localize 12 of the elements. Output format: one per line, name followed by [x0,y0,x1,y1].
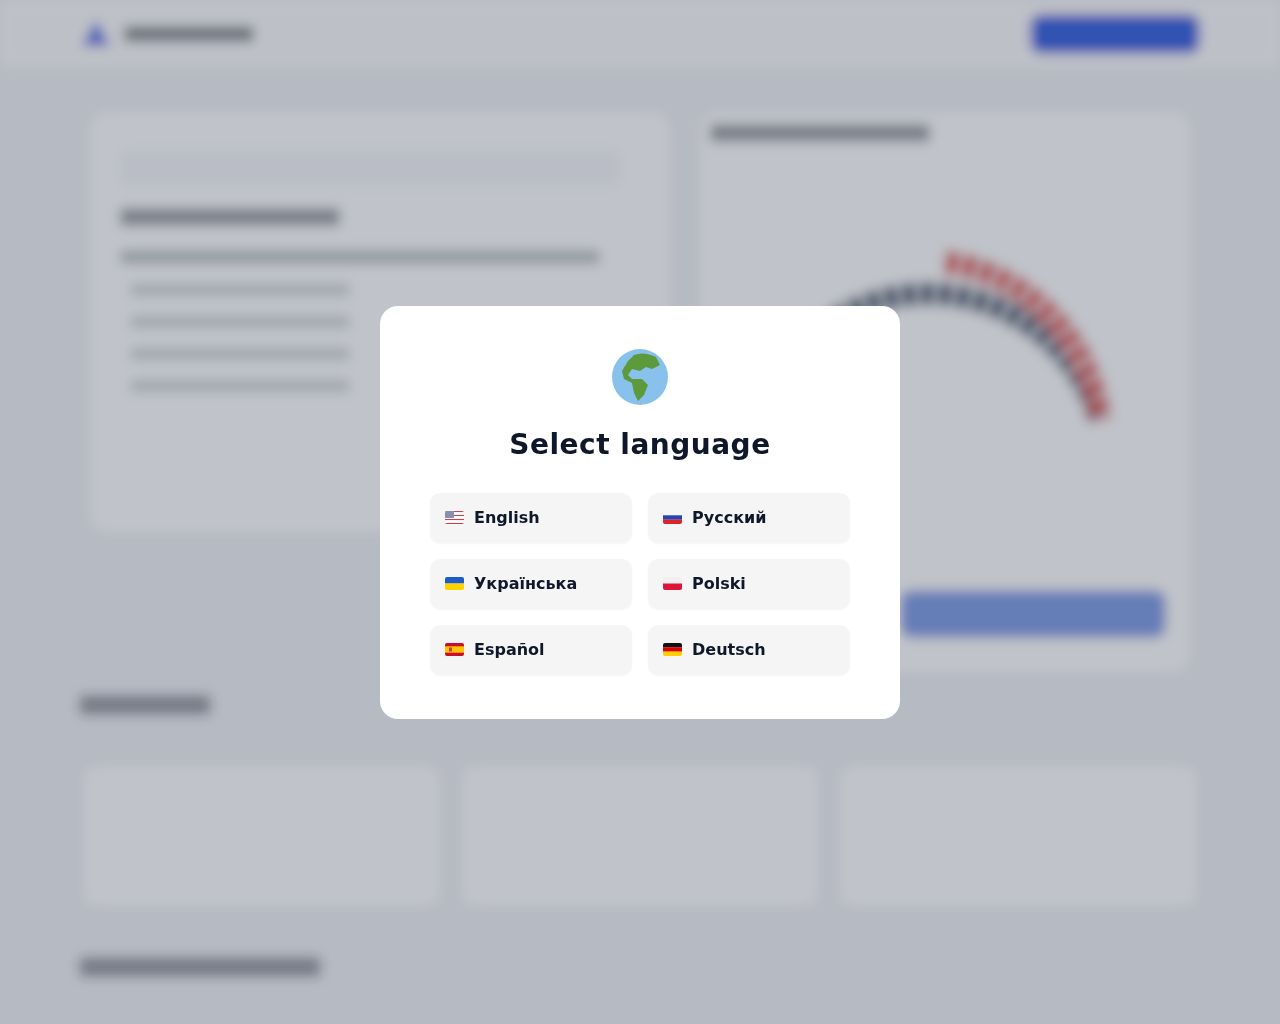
language-button[interactable]: Русский [648,492,850,543]
language-button[interactable]: Українська [430,558,632,609]
language-button[interactable]: Polski [648,558,850,609]
language-button[interactable]: English [430,492,632,543]
globe-icon [612,348,668,405]
language-button[interactable]: Español [430,624,632,675]
dialog-title: Select language [509,426,771,463]
flag-icon [445,511,464,524]
flag-icon [445,577,464,590]
language-button[interactable]: Deutsch [648,624,850,675]
flag-icon [445,643,464,656]
flag-icon [663,643,682,656]
